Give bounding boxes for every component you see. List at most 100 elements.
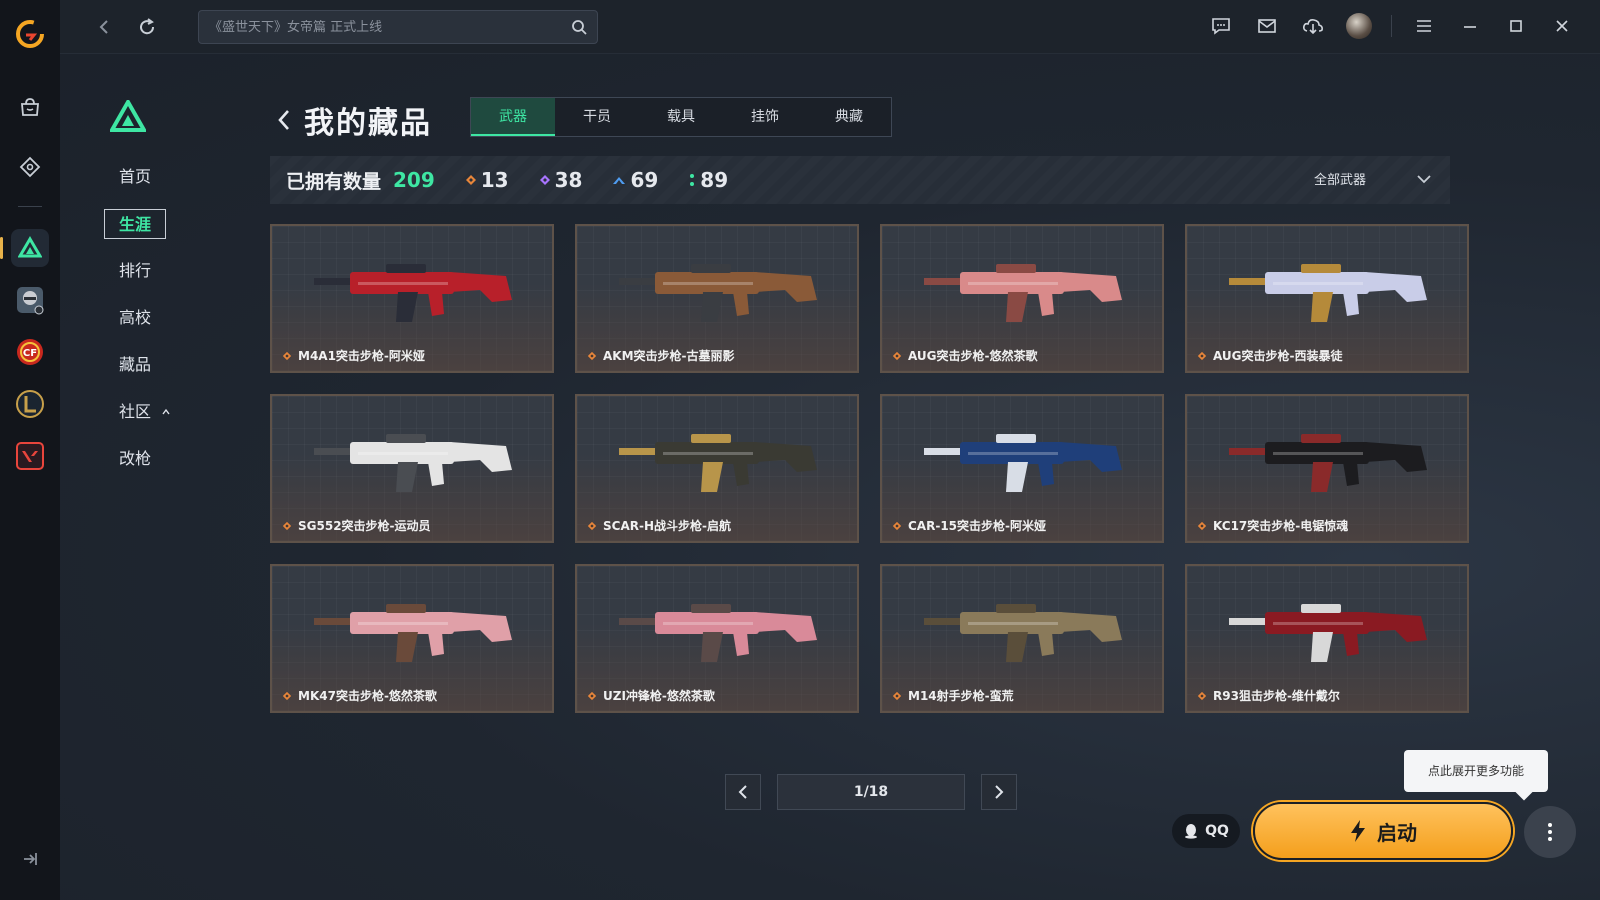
delta-force-game-icon[interactable] (0, 229, 49, 267)
tab-vehicles[interactable]: 载具 (639, 98, 723, 136)
next-page-button[interactable] (981, 774, 1017, 810)
weapon-name: KC17突击步枪-电锯惊魂 (1213, 519, 1349, 533)
main-content: 首页 生涯 排行 高校 藏品 社区 改枪 我的藏品 武器 干员 载具 挂饰 典藏… (60, 54, 1600, 900)
valorant-game-icon[interactable] (11, 437, 49, 475)
chat-icon[interactable] (1207, 12, 1235, 40)
collection-tabs: 武器 干员 载具 挂饰 典藏 (470, 97, 892, 137)
chevron-up-icon (162, 408, 170, 415)
search-bar (198, 10, 598, 44)
weapon-card[interactable]: KC17突击步枪-电锯惊魂 (1185, 394, 1469, 543)
weapon-card[interactable]: R93狙击步枪-维什戴尔 (1185, 564, 1469, 713)
svg-text:CF: CF (23, 348, 37, 359)
orange-diamond-icon (892, 691, 902, 700)
weapon-card[interactable]: MK47突击步枪-悠然茶歌 (270, 564, 554, 713)
weapon-filter-dropdown[interactable]: 全部武器 (1314, 169, 1432, 188)
weapon-card[interactable]: CAR-15突击步枪-阿米娅 (880, 394, 1164, 543)
launch-button[interactable]: 启动 (1253, 802, 1513, 860)
weapon-name-row: M4A1突击步枪-阿米娅 (282, 347, 425, 364)
weapon-card[interactable]: M14射手步枪-蛮荒 (880, 564, 1164, 713)
refresh-icon (140, 18, 155, 35)
nav-item-community[interactable]: 社区 (104, 397, 170, 427)
weapon-image (1229, 604, 1427, 662)
minimize-icon[interactable] (1456, 12, 1484, 40)
refresh-button[interactable] (134, 14, 160, 40)
crossfire-game-icon[interactable]: CF (11, 333, 49, 371)
menu-icon[interactable] (1410, 12, 1438, 40)
nav-item-collection[interactable]: 藏品 (104, 350, 166, 380)
more-features-tooltip: 点此展开更多功能 (1404, 750, 1548, 792)
weapon-card[interactable]: UZI冲锋枪-悠然茶歌 (575, 564, 859, 713)
weapon-image (1229, 434, 1427, 492)
tier-stat-blue: 69 (612, 168, 658, 192)
orange-diamond-icon (587, 351, 597, 360)
close-icon[interactable] (1548, 12, 1576, 40)
search-input[interactable] (209, 19, 571, 35)
weapon-grid: M4A1突击步枪-阿米娅 AKM突击步枪-古墓丽影 AUG突击步枪-悠然茶歌 AUG突… (270, 224, 1469, 713)
owned-total: 209 (393, 168, 435, 192)
more-vertical-icon (1548, 823, 1552, 841)
qq-login-badge[interactable]: QQ (1172, 814, 1240, 848)
lol-game-icon[interactable] (11, 385, 49, 423)
weapon-card[interactable]: M4A1突击步枪-阿米娅 (270, 224, 554, 373)
orange-diamond-icon (282, 691, 292, 700)
weapon-name: M4A1突击步枪-阿米娅 (298, 349, 425, 363)
tab-operators[interactable]: 干员 (555, 98, 639, 136)
download-icon[interactable] (1299, 12, 1327, 40)
orange-diamond-icon (892, 521, 902, 530)
platform-logo[interactable] (14, 18, 46, 50)
orange-diamond-icon (282, 521, 292, 530)
weapon-image (924, 434, 1122, 492)
qq-penguin-icon (1185, 824, 1198, 839)
weapon-card[interactable]: AUG突击步枪-悠然茶歌 (880, 224, 1164, 373)
chevron-left-icon (278, 110, 289, 130)
weapon-image (619, 434, 817, 492)
page-back-button[interactable] (270, 106, 298, 134)
orange-diamond-icon (587, 521, 597, 530)
orange-diamond-icon (1197, 691, 1207, 700)
tab-archive[interactable]: 典藏 (807, 98, 891, 136)
prev-page-button[interactable] (725, 774, 761, 810)
weapon-image (619, 264, 817, 322)
user-avatar[interactable] (1345, 12, 1373, 40)
tier-stat-green: 89 (688, 168, 728, 192)
collapse-rail-icon[interactable] (21, 850, 39, 872)
back-nav-button[interactable] (92, 14, 118, 40)
tier-count: 89 (700, 168, 729, 192)
pubg-game-icon[interactable] (11, 281, 49, 319)
weapon-name: CAR-15突击步枪-阿米娅 (908, 519, 1046, 533)
weapon-card[interactable]: AKM突击步枪-古墓丽影 (575, 224, 859, 373)
weapon-name-row: AUG突击步枪-悠然茶歌 (892, 347, 1038, 364)
weapon-name: MK47突击步枪-悠然茶歌 (298, 689, 437, 703)
weapon-name: SCAR-H战斗步枪-启航 (603, 519, 731, 533)
maximize-icon[interactable] (1502, 12, 1530, 40)
tier-stat-orange: 13 (465, 168, 509, 192)
nav-item-gunsmith[interactable]: 改枪 (104, 444, 166, 474)
chevron-down-icon (1417, 174, 1431, 183)
weapon-name-row: KC17突击步枪-电锯惊魂 (1197, 517, 1348, 534)
weapon-card[interactable]: AUG突击步枪-西装暴徒 (1185, 224, 1469, 373)
search-icon[interactable] (571, 19, 587, 35)
chevron-right-icon (995, 785, 1004, 799)
weapon-name-row: SCAR-H战斗步枪-启航 (587, 517, 731, 534)
nav-item-career[interactable]: 生涯 (104, 209, 166, 239)
weapon-card[interactable]: SG552突击步枪-运动员 (270, 394, 554, 543)
tab-weapons[interactable]: 武器 (471, 98, 555, 136)
nav-item-home[interactable]: 首页 (104, 162, 166, 192)
qq-label: QQ (1205, 823, 1229, 839)
window-actions (1207, 12, 1576, 40)
chevron-left-icon (738, 785, 747, 799)
top-bar (60, 0, 1600, 54)
store-icon[interactable] (11, 88, 49, 126)
mail-icon[interactable] (1253, 12, 1281, 40)
gamepad-tag-icon[interactable] (11, 148, 49, 186)
more-options-button[interactable] (1524, 806, 1576, 858)
weapon-card[interactable]: SCAR-H战斗步枪-启航 (575, 394, 859, 543)
weapon-name-row: M14射手步枪-蛮荒 (892, 687, 1014, 704)
nav-item-ranking[interactable]: 排行 (104, 256, 166, 286)
tier-count: 69 (630, 168, 659, 192)
nav-item-college[interactable]: 高校 (104, 303, 166, 333)
tier-count: 38 (554, 168, 583, 192)
tab-charms[interactable]: 挂饰 (723, 98, 807, 136)
nav-item-community-label: 社区 (118, 402, 151, 421)
weapon-name-row: CAR-15突击步枪-阿米娅 (892, 517, 1046, 534)
